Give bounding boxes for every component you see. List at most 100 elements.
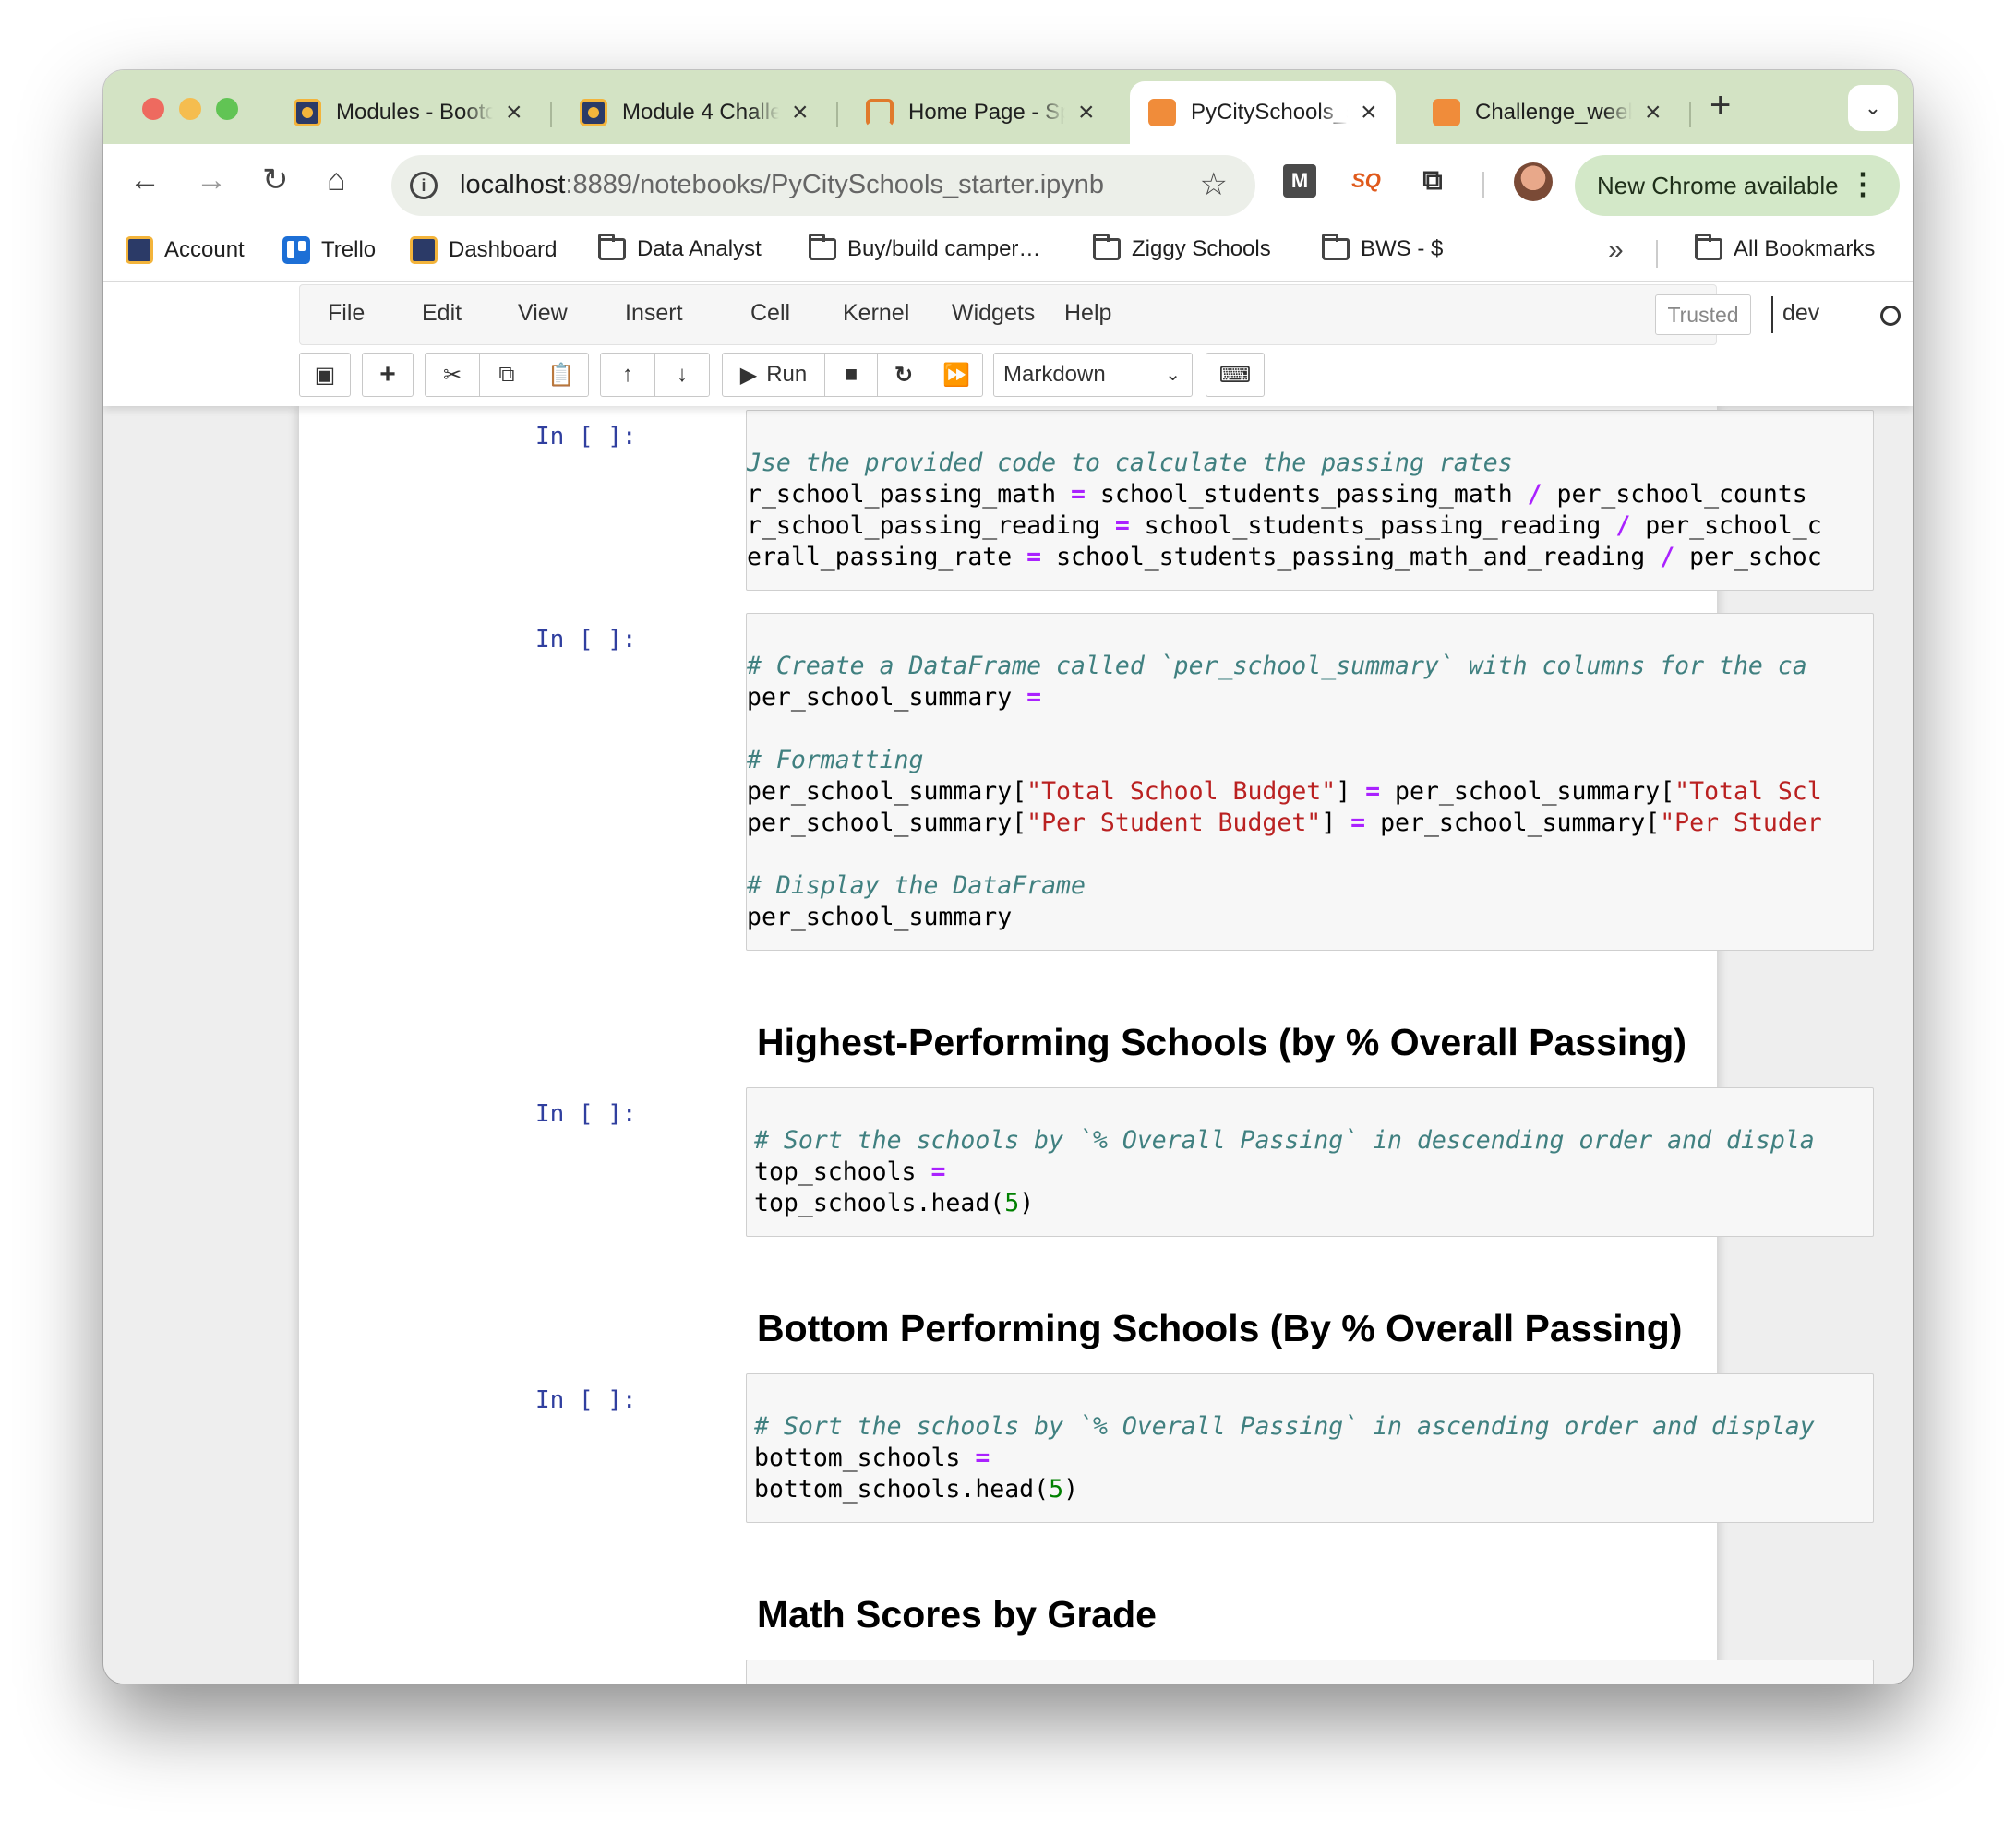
code-line: r_school_passing_reading = school_studen… <box>747 511 1822 540</box>
menu-cell[interactable]: Cell <box>750 300 790 327</box>
close-tab-icon[interactable]: × <box>1361 99 1377 126</box>
menu-insert[interactable]: Insert <box>625 300 683 327</box>
cut-scissors-icon[interactable]: ✂ <box>425 353 480 397</box>
back-arrow-icon[interactable]: ← <box>129 164 161 196</box>
bookmark-dashboard[interactable]: Dashboard <box>410 236 557 264</box>
command-palette-keyboard-icon[interactable]: ⌨ <box>1206 353 1265 397</box>
tab-search-chevron-down-icon[interactable]: ⌄ <box>1848 85 1898 131</box>
close-tab-icon[interactable]: × <box>1645 99 1662 126</box>
tab-home-page[interactable]: Home Page - Spot × <box>847 81 1113 144</box>
tab-divider <box>1689 102 1691 127</box>
jupyter-header: File Edit View Insert Kernel Cell Help W… <box>103 282 1913 406</box>
markdown-heading-math-scores: Math Scores by Grade <box>757 1593 1157 1636</box>
address-bar[interactable]: i localhost:8889/notebooks/PyCitySchools… <box>391 155 1255 216</box>
cell-prompt: In [ ]: <box>535 423 637 450</box>
forward-arrow-icon[interactable]: → <box>196 164 227 196</box>
tab-label: Module 4 Challenge <box>622 100 779 125</box>
folder-icon <box>598 234 626 260</box>
profile-avatar[interactable] <box>1514 162 1553 201</box>
interrupt-stop-icon[interactable]: ■ <box>824 353 878 397</box>
notebook-page: In [ ]: Jse the provided code to calcula… <box>299 406 1874 1684</box>
folder-icon <box>1322 234 1350 260</box>
bookmark-folder-ziggy[interactable]: Ziggy Schools <box>1093 234 1271 262</box>
menu-file[interactable]: File <box>328 300 365 327</box>
menu-kernel[interactable]: Kernel <box>843 300 909 327</box>
code-content: # Create a DataFrame called `per_school_… <box>747 619 1822 933</box>
paste-icon[interactable]: 📋 <box>534 353 589 397</box>
code-content: # Sort the schools by `% Overall Passing… <box>754 1094 1815 1219</box>
markdown-heading-bottom-performing: Bottom Performing Schools (By % Overall … <box>757 1307 1683 1349</box>
menu-widgets[interactable]: Widgets <box>952 300 1035 327</box>
copy-icon[interactable]: ⧉ <box>479 353 534 397</box>
tab-label: PyCitySchools_starter <box>1191 100 1348 125</box>
bookmark-trello[interactable]: Trello <box>282 236 376 264</box>
bootcamp-favicon-icon <box>294 99 321 126</box>
url-text: localhost:8889/notebooks/PyCitySchools_s… <box>460 170 1104 200</box>
update-label: New Chrome available <box>1597 171 1839 199</box>
bootcamp-favicon-icon <box>580 99 607 126</box>
code-line: Jse the provided code to calculate the p… <box>747 449 1513 477</box>
sq-extension-icon[interactable]: SQ <box>1350 164 1383 198</box>
bookmark-folder-data-analyst[interactable]: Data Analyst <box>598 234 762 262</box>
code-line: per_school_summary = <box>747 683 1042 712</box>
restart-kernel-icon[interactable]: ↻ <box>877 353 930 397</box>
bookmark-label: Ziggy Schools <box>1132 236 1271 261</box>
bookmark-star-icon[interactable]: ☆ <box>1200 166 1228 203</box>
code-cell-passing-rates[interactable]: Jse the provided code to calculate the p… <box>746 410 1874 591</box>
site-info-icon[interactable]: i <box>410 172 438 199</box>
new-chrome-available-button[interactable]: New Chrome available ⋮ <box>1575 155 1900 216</box>
m-extension-icon[interactable]: M <box>1283 164 1316 198</box>
more-bookmarks-chevron-icon[interactable]: » <box>1608 234 1624 266</box>
tab-module4[interactable]: Module 4 Challenge × <box>561 81 827 144</box>
trusted-indicator[interactable]: Trusted <box>1655 294 1751 335</box>
menu-help[interactable]: Help <box>1064 300 1111 327</box>
notebook-favicon-icon <box>1433 99 1460 126</box>
tab-pycityschools[interactable]: PyCitySchools_starter × <box>1130 81 1396 144</box>
bookmark-account[interactable]: Account <box>126 236 245 264</box>
extensions-puzzle-icon[interactable]: ⧉ <box>1416 164 1449 198</box>
run-label: Run <box>766 362 808 387</box>
restart-run-all-fast-forward-icon[interactable]: ⏩ <box>930 353 983 397</box>
code-cell-bottom-schools[interactable]: # Sort the schools by `% Overall Passing… <box>746 1373 1874 1523</box>
more-menu-icon[interactable]: ⋮ <box>1848 166 1878 201</box>
cell-type-select[interactable]: Markdown ⌄ <box>993 353 1193 397</box>
play-icon: ▶ <box>739 362 758 388</box>
run-button[interactable]: ▶ Run <box>722 353 825 397</box>
maximize-window-button[interactable] <box>216 98 238 120</box>
code-cell-top-schools[interactable]: # Sort the schools by `% Overall Passing… <box>746 1087 1874 1237</box>
close-window-button[interactable] <box>142 98 164 120</box>
all-bookmarks-label: All Bookmarks <box>1734 236 1876 261</box>
bookmark-folder-camper[interactable]: Buy/build camper… <box>809 234 1040 262</box>
new-tab-plus-icon[interactable]: + <box>1710 87 1731 124</box>
kernel-divider <box>1771 296 1773 333</box>
move-down-arrow-icon[interactable]: ↓ <box>654 353 710 397</box>
move-up-arrow-icon[interactable]: ↑ <box>600 353 655 397</box>
insert-cell-plus-icon[interactable]: + <box>362 353 414 397</box>
code-cell-per-school-summary[interactable]: # Create a DataFrame called `per_school_… <box>746 613 1874 951</box>
home-icon[interactable]: ⌂ <box>327 164 346 196</box>
menu-view[interactable]: View <box>518 300 568 327</box>
trello-icon <box>282 236 310 264</box>
notebook-favicon-icon <box>1148 99 1176 126</box>
cell-prompt: In [ ]: <box>535 1386 637 1414</box>
code-cell-math-scores[interactable] <box>746 1660 1874 1684</box>
tab-modules[interactable]: Modules - Bootcamp × <box>275 81 541 144</box>
save-icon[interactable]: ▣ <box>299 353 351 397</box>
bookmark-folder-bws[interactable]: BWS - $ <box>1322 234 1443 262</box>
jupyter-menubar: File Edit View Insert Kernel Cell Help W… <box>299 284 1901 345</box>
close-tab-icon[interactable]: × <box>792 99 809 126</box>
notebook-scroll-area[interactable]: In [ ]: Jse the provided code to calcula… <box>103 406 1913 1684</box>
tab-challenge[interactable]: Challenge_week4 × <box>1414 81 1680 144</box>
kernel-idle-circle-icon <box>1880 306 1901 326</box>
browser-window: Modules - Bootcamp × Module 4 Challenge … <box>103 70 1913 1684</box>
reload-icon[interactable]: ↻ <box>262 164 289 196</box>
bootcamp-favicon-icon <box>410 236 438 264</box>
kernel-name[interactable]: dev <box>1782 300 1819 327</box>
menu-edit[interactable]: Edit <box>422 300 462 327</box>
close-tab-icon[interactable]: × <box>506 99 522 126</box>
code-content: # Sort the schools by `% Overall Passing… <box>754 1380 1815 1505</box>
close-tab-icon[interactable]: × <box>1078 99 1095 126</box>
all-bookmarks-button[interactable]: All Bookmarks <box>1695 234 1876 262</box>
cell-prompt: In [ ]: <box>535 1100 637 1128</box>
minimize-window-button[interactable] <box>179 98 201 120</box>
